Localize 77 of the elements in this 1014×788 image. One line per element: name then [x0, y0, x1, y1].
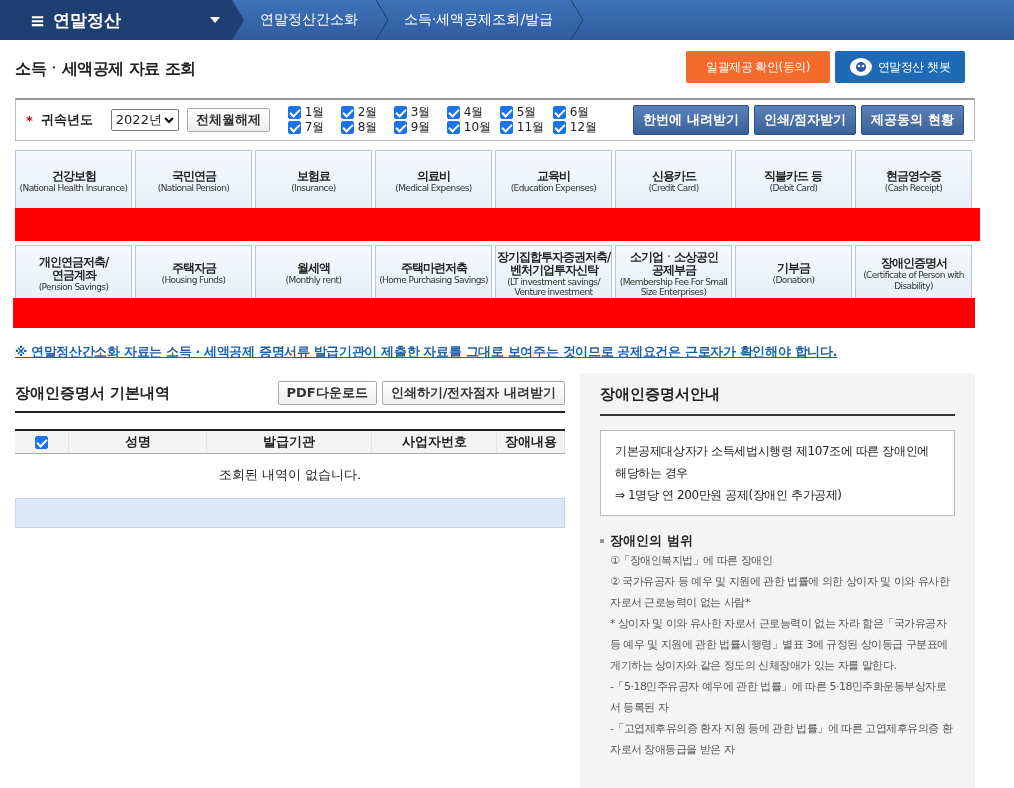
category-button[interactable]: 교육비 (Education Expenses) — [495, 150, 612, 208]
month-label: 4월 — [463, 104, 484, 121]
month-label: 11월 — [516, 119, 545, 136]
field-label: 귀속년도 — [40, 111, 93, 129]
chevron-icon — [376, 0, 388, 40]
breadcrumb-link[interactable]: 소득·세액공제조회/발급 — [388, 11, 572, 29]
action-button[interactable]: 인쇄/점자받기 — [753, 105, 857, 135]
checkbox[interactable] — [287, 121, 301, 134]
column-header: 사업자번호 — [372, 431, 497, 453]
category-button[interactable]: 개인연금저축/ 연금계좌 (Pension Savings) — [15, 245, 132, 298]
checkbox[interactable] — [446, 106, 460, 119]
category-button[interactable]: 현금영수증 (Cash Receipt) — [855, 150, 972, 208]
month-label: 3월 — [410, 104, 431, 121]
checkbox[interactable] — [552, 121, 566, 134]
month-label: 1월 — [304, 104, 325, 121]
guide-text: * 상이자 및 이와 유사한 자로서 근로능력이 없는 자라 함은「국가유공자 등 예우 및 지원에 관한 법률시행령」별표 3에 규정된 상이등급 구분표에 게기하는 상이자와 같은 정도의 신체장애가 있는 자를 말한다. — [610, 616, 949, 674]
month-label: 10월 — [463, 119, 492, 136]
category-button[interactable]: 주택마련저축 (Home Purchasing Savings) — [375, 245, 492, 298]
checkbox[interactable] — [287, 106, 301, 119]
category-button[interactable]: 기부금 (Donation) — [735, 245, 852, 298]
category-button[interactable]: 장기집합투자증권저축/ 벤처기업투자신탁 (LT investment savings/ Venture investment — [495, 245, 612, 298]
download-button[interactable]: 인쇄하기/전자점자 내려받기 — [381, 381, 565, 405]
category-button[interactable]: 주택자금 (Housing Funds) — [135, 245, 252, 298]
month-label: 2월 — [357, 104, 378, 121]
action-button[interactable]: 한번에 내려받기 — [633, 105, 749, 135]
checkbox[interactable] — [340, 106, 354, 119]
required-mark: * — [26, 112, 33, 128]
page-title: 소득ㆍ세액공제 자료 조회 — [15, 57, 196, 80]
download-button[interactable]: PDF다운로드 — [277, 381, 377, 405]
breadcrumb-link[interactable]: 연말정산간소화 — [244, 11, 376, 29]
guide-text: -「고엽제후유의증 환자 지원 등에 관한 법률」에 따른 고엽제후유의증 환자로서 장애등급을 받은 자 — [610, 721, 954, 758]
month-label: 12월 — [569, 119, 598, 136]
month-label: 8월 — [357, 119, 378, 136]
checkbox[interactable] — [499, 106, 513, 119]
checkbox[interactable] — [393, 121, 407, 134]
guide-title: 장애인증명서안내 — [600, 381, 955, 416]
checkbox[interactable] — [552, 106, 566, 119]
checkbox[interactable] — [393, 106, 407, 119]
guide-heading: 장애인의 범위 — [610, 532, 693, 550]
section-title: 장애인증명서 기본내역 — [15, 383, 171, 403]
month-label: 7월 — [304, 119, 325, 136]
column-header: 성명 — [69, 431, 207, 453]
info-text: ⇒ 1명당 연 200만원 공제(장애인 추가공제) — [615, 487, 843, 504]
empty-message: 조회된 내역이 없습니다. — [217, 466, 363, 484]
category-button[interactable]: 월세액 (Monthly rent) — [255, 245, 372, 298]
column-header: 장애내용 — [497, 431, 565, 453]
month-label: 6월 — [569, 104, 590, 121]
category-button[interactable]: 건강보험 (National Health Insurance) — [15, 150, 132, 208]
robot-icon — [849, 58, 872, 76]
year-select[interactable]: 2022년 — [110, 109, 179, 131]
checkbox[interactable] — [340, 121, 354, 134]
select-all-checkbox[interactable] — [35, 435, 48, 449]
month-label: 5월 — [516, 104, 537, 121]
guide-text: -「5·18민주유공자 예우에 관한 법률」에 따른 5·18민주화운동부상자로서 등록된 자 — [610, 679, 948, 716]
category-button[interactable]: 국민연금 (National Pension) — [135, 150, 252, 208]
chevron-icon — [571, 0, 584, 40]
bullet-icon — [600, 539, 604, 543]
column-header: 발급기관 — [207, 431, 372, 453]
category-button[interactable]: 소기업ㆍ소상공인 공제부금 (Membership Fee For Small Size Enterprises) — [615, 245, 732, 298]
category-button[interactable]: 의료비 (Medical Expenses) — [375, 150, 492, 208]
category-button[interactable]: 직불카드 등 (Debit Card) — [735, 150, 852, 208]
checkbox[interactable] — [446, 121, 460, 134]
chatbot-button[interactable]: 연말정산 챗봇 — [835, 51, 965, 83]
chevron-icon — [232, 0, 244, 40]
category-button[interactable]: 신용카드 (Credit Card) — [615, 150, 732, 208]
chevron-down-icon — [163, 116, 174, 124]
guide-text: ② 국가유공자 등 예우 및 지원에 관한 법률에 의한 상이자 및 이와 유사한 자로서 근로능력이 없는 사람* — [610, 574, 951, 611]
action-button[interactable]: 제공동의 현황 — [861, 105, 964, 135]
notice-link[interactable]: ※ 연말정산간소화 자료는 소득 · 세액공제 증명서류 발급기관이 제출한 자료를 그대로 보여주는 것이므로 공제요건은 근로자가 확인해야 합니다. — [15, 344, 975, 361]
category-button[interactable]: 장애인증명서 (Certificate of Person with Disability) — [855, 245, 972, 298]
category-button[interactable]: 보험료 (Insurance) — [255, 150, 372, 208]
toggle-months-button[interactable]: 전체월해제 — [186, 108, 270, 132]
guide-text: ①「장애인복지법」에 따른 장애인 — [610, 553, 774, 569]
checkbox[interactable] — [499, 121, 513, 134]
month-label: 9월 — [410, 119, 431, 136]
caret-icon — [210, 17, 220, 23]
info-text: 기본공제대상자가 소득세법시행령 제107조에 따른 장애인에 해당하는 경우 — [615, 443, 930, 482]
